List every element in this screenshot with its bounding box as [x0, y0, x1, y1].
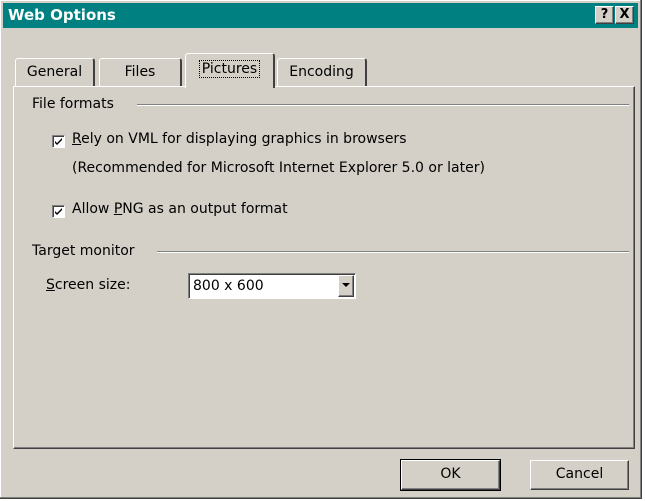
- ok-button[interactable]: OK: [400, 459, 501, 491]
- screen-size-value: 800 x 600: [193, 278, 264, 294]
- vml-note: (Recommended for Microsoft Internet Expl…: [72, 160, 485, 176]
- chevron-down-icon: [342, 283, 350, 287]
- vml-checkbox[interactable]: [52, 135, 65, 148]
- screen-size-select[interactable]: 800 x 600: [188, 273, 356, 299]
- target-monitor-divider: [157, 251, 629, 253]
- png-checkbox[interactable]: [52, 205, 65, 218]
- cancel-button[interactable]: Cancel: [530, 460, 629, 490]
- close-button[interactable]: X: [615, 6, 634, 24]
- window-title: Web Options: [8, 6, 116, 24]
- title-bar[interactable]: Web Options ? X: [3, 3, 638, 28]
- screen-size-label: Screen size:: [46, 277, 130, 293]
- screen-size-mnemonic: S: [46, 277, 55, 293]
- screen-size-label-rest: creen size:: [54, 277, 131, 293]
- file-formats-heading: File formats: [32, 96, 114, 112]
- tab-encoding[interactable]: Encoding: [277, 58, 367, 86]
- tab-pictures-label: Pictures: [198, 60, 261, 78]
- vml-mnemonic: R: [72, 131, 82, 147]
- help-button[interactable]: ?: [595, 6, 614, 24]
- tab-encoding-label: Encoding: [289, 64, 354, 80]
- png-mnemonic: P: [113, 201, 123, 217]
- vml-label-rest: ely on VML for displaying graphics in br…: [81, 131, 407, 147]
- tab-general-label: General: [26, 64, 83, 80]
- checkmark-icon: [55, 208, 62, 215]
- vml-label[interactable]: Rely on VML for displaying graphics in b…: [72, 131, 407, 147]
- tab-pictures[interactable]: Pictures: [185, 53, 275, 88]
- png-label[interactable]: Allow PNG as an output format: [72, 201, 288, 217]
- png-label-rest: NG as an output format: [122, 201, 288, 217]
- screen-size-dropdown-button[interactable]: [338, 275, 354, 297]
- file-formats-divider: [137, 104, 629, 106]
- target-monitor-heading: Target monitor: [32, 243, 135, 259]
- web-options-dialog: Web Options ? X General Files Pictures E…: [0, 0, 642, 499]
- tab-general[interactable]: General: [15, 58, 95, 86]
- tab-files[interactable]: Files: [99, 58, 182, 86]
- checkmark-icon: [55, 138, 62, 145]
- png-label-pre: Allow: [72, 201, 114, 217]
- tab-files-label: Files: [124, 64, 156, 80]
